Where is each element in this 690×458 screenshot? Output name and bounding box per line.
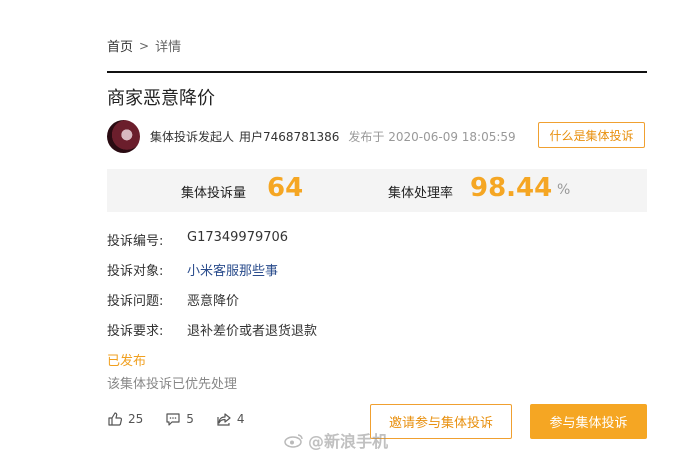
- action-bar: 25 5 4: [107, 411, 267, 427]
- comment-count: 5: [186, 412, 194, 426]
- initiator-info: 集体投诉发起人 用户7468781386: [150, 128, 339, 145]
- complaint-number-label: 投诉编号:: [107, 234, 164, 249]
- share-action[interactable]: 4: [216, 411, 245, 427]
- complaint-issue-label: 投诉问题:: [107, 294, 164, 309]
- join-collective-complaint-button[interactable]: 参与集体投诉: [530, 404, 647, 439]
- complaint-number-value: G17349979706: [187, 230, 289, 245]
- handle-rate-label: 集体处理率: [388, 186, 454, 201]
- watermark: @新浪手机: [284, 428, 388, 452]
- complaint-target-link[interactable]: 小米客服那些事: [187, 260, 278, 279]
- weibo-logo-icon: [284, 434, 303, 448]
- initiator-label: 集体投诉发起人: [150, 129, 235, 144]
- complaint-issue-value: 恶意降价: [187, 294, 240, 309]
- field-complaint-issue: 投诉问题: 恶意降价: [107, 290, 239, 309]
- field-complaint-target: 投诉对象: 小米客服那些事: [107, 260, 278, 279]
- avatar[interactable]: [107, 119, 140, 153]
- complaint-request-value: 退补差价或者退货退款: [187, 324, 318, 339]
- status-note: 该集体投诉已优先处理: [107, 377, 238, 392]
- complaint-request-label: 投诉要求:: [107, 324, 164, 339]
- like-count: 25: [128, 412, 144, 426]
- comment-action[interactable]: 5: [165, 411, 194, 427]
- comment-icon: [166, 413, 180, 426]
- handle-rate-unit: %: [557, 182, 571, 198]
- stats-panel: 集体投诉量 64 集体处理率 98.44 %: [107, 169, 647, 212]
- share-count: 4: [236, 412, 245, 426]
- invite-collective-complaint-button[interactable]: 邀请参与集体投诉: [370, 404, 512, 439]
- handle-rate-value: 98.44: [470, 173, 553, 203]
- thumbs-up-icon: [108, 412, 123, 426]
- page-title: 商家恶意降价: [107, 88, 215, 109]
- complaint-count-value: 64: [267, 173, 304, 203]
- breadcrumb-current: 详情: [155, 40, 182, 55]
- field-complaint-number: 投诉编号: G17349979706: [107, 230, 288, 249]
- publish-prefix: 发布于: [348, 129, 385, 144]
- complaint-count-label: 集体投诉量: [181, 186, 247, 201]
- watermark-handle: @新浪手机: [308, 432, 389, 451]
- what-is-collective-complaint-button[interactable]: 什么是集体投诉: [538, 122, 645, 148]
- breadcrumb-home-link[interactable]: 首页: [107, 36, 133, 55]
- like-action[interactable]: 25: [107, 411, 143, 427]
- field-complaint-request: 投诉要求: 退补差价或者退货退款: [107, 320, 317, 339]
- share-icon: [217, 413, 231, 426]
- breadcrumb: 首页 > 详情: [107, 36, 182, 56]
- initiator-username[interactable]: 用户7468781386: [239, 130, 339, 144]
- breadcrumb-separator: >: [139, 38, 150, 53]
- header-divider: [107, 71, 647, 73]
- status-published: 已发布: [107, 354, 147, 369]
- complaint-target-label: 投诉对象:: [107, 264, 164, 279]
- publish-time: 发布于 2020-06-09 18:05:59: [348, 128, 515, 145]
- publish-timestamp: 2020-06-09 18:05:59: [388, 129, 516, 144]
